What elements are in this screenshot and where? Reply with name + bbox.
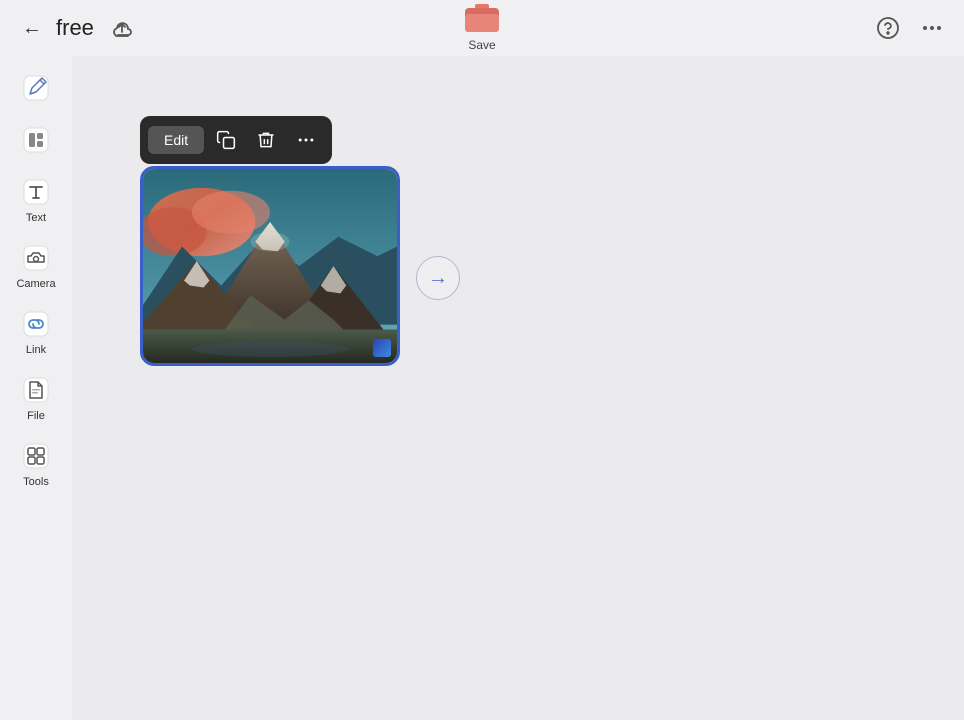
more-button[interactable] xyxy=(288,122,324,158)
sidebar-item-link[interactable]: Link xyxy=(6,300,66,362)
camera-icon xyxy=(18,240,54,276)
top-bar-left: ← free xyxy=(16,12,138,44)
sidebar-item-link-label: Link xyxy=(26,344,46,356)
sidebar-item-tools[interactable]: Tools xyxy=(6,432,66,494)
more-options-button[interactable] xyxy=(916,12,948,44)
sidebar: Text Camera Link xyxy=(0,56,72,720)
copy-button[interactable] xyxy=(208,122,244,158)
sidebar-item-file-label: File xyxy=(27,410,45,422)
save-folder-icon xyxy=(463,4,501,36)
help-button[interactable] xyxy=(872,12,904,44)
upload-button[interactable] xyxy=(106,12,138,44)
top-bar-center: Save xyxy=(463,4,501,52)
help-icon xyxy=(876,16,900,40)
top-bar: ← free Save xyxy=(0,0,964,56)
sidebar-item-camera[interactable]: Camera xyxy=(6,234,66,296)
sidebar-item-write[interactable] xyxy=(6,64,66,112)
sidebar-item-text-label: Text xyxy=(26,212,46,224)
sidebar-item-camera-label: Camera xyxy=(16,278,55,290)
delete-icon xyxy=(256,130,276,150)
back-button[interactable]: ← xyxy=(16,12,48,44)
layout-icon xyxy=(18,122,54,158)
mountain-image xyxy=(143,169,397,363)
sidebar-item-file[interactable]: File xyxy=(6,366,66,428)
sidebar-item-tools-label: Tools xyxy=(23,476,49,488)
copy-icon xyxy=(216,130,236,150)
back-arrow-icon: ← xyxy=(22,17,42,40)
tools-icon xyxy=(18,438,54,474)
next-arrow-button[interactable]: → xyxy=(416,256,460,300)
page-title: free xyxy=(56,15,94,41)
write-icon xyxy=(18,70,54,106)
edit-toolbar: Edit xyxy=(140,116,332,164)
file-icon xyxy=(18,372,54,408)
ellipsis-icon xyxy=(920,16,944,40)
edit-button[interactable]: Edit xyxy=(148,126,204,154)
top-bar-right xyxy=(872,12,948,44)
image-card[interactable] xyxy=(140,166,400,366)
corner-indicator xyxy=(373,339,391,357)
delete-button[interactable] xyxy=(248,122,284,158)
toolbar-more-icon xyxy=(296,130,316,150)
save-button[interactable]: Save xyxy=(463,4,501,52)
link-icon xyxy=(18,306,54,342)
canvas-area: Edit xyxy=(72,56,964,720)
upload-icon xyxy=(110,16,134,40)
sidebar-item-text[interactable]: Text xyxy=(6,168,66,230)
text-icon xyxy=(18,174,54,210)
next-arrow-icon: → xyxy=(428,268,448,288)
image-card-inner xyxy=(143,169,397,363)
save-label: Save xyxy=(468,38,495,52)
sidebar-item-layout[interactable] xyxy=(6,116,66,164)
